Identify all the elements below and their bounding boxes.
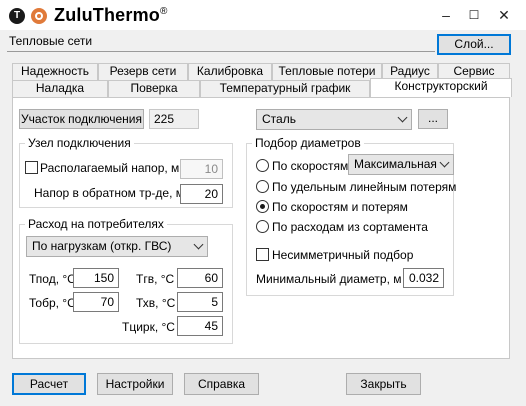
tab-calibration[interactable]: Калибровка [188, 63, 272, 80]
connection-section-button[interactable]: Участок подключения [19, 109, 144, 129]
radio-by-speed-and-losses[interactable] [256, 200, 269, 213]
available-head-field[interactable]: 10 [180, 159, 223, 179]
tab-constructor[interactable]: Конструкторский [370, 78, 512, 97]
radio-by-speed-and-losses-label: По скоростям и потерям [272, 200, 408, 214]
available-head-label: Располагаемый напор, м [40, 161, 180, 175]
radio-by-speed-label: По скоростям [272, 159, 349, 173]
tab-verification[interactable]: Поверка [108, 80, 200, 97]
tab-network-reserve[interactable]: Резерв сети [98, 63, 188, 80]
tobr-label: Тобр, °С [29, 296, 76, 310]
available-head-checkbox[interactable] [25, 161, 38, 174]
chevron-down-icon [193, 239, 204, 250]
title-bar: T ZuluThermo® – ☐ ✕ [0, 0, 526, 30]
trademark-symbol: ® [160, 6, 168, 17]
node-group-title: Узел подключения [25, 136, 134, 150]
chevron-down-icon [397, 112, 408, 123]
calculate-button[interactable]: Расчет [12, 373, 86, 395]
radio-by-assortment-flow-label: По расходам из сортамента [272, 220, 428, 234]
radio-by-specific-losses-label: По удельным линейным потерям [272, 180, 457, 194]
speed-mode-select[interactable]: Максимальная [348, 154, 454, 175]
tgv-field[interactable]: 60 [177, 268, 223, 288]
txv-label: Тхв, °С [136, 296, 176, 310]
tab-adjustment[interactable]: Наладка [12, 80, 108, 97]
tcirc-field[interactable]: 45 [177, 316, 223, 336]
chevron-down-icon [439, 157, 450, 168]
tgv-label: Тгв, °С [136, 272, 175, 286]
close-button[interactable]: Закрыть [346, 373, 421, 395]
radio-by-assortment-flow[interactable] [256, 220, 269, 233]
tpod-field[interactable]: 150 [73, 268, 119, 288]
layer-button[interactable]: Слой... [437, 34, 511, 55]
consumer-flow-title: Расход на потребителях [25, 217, 167, 231]
txv-field[interactable]: 5 [177, 292, 223, 312]
asymmetric-label: Несимметричный подбор [272, 248, 414, 262]
tcirc-label: Тцирк, °С [122, 320, 175, 334]
app-logo-t-icon: T [9, 8, 25, 24]
material-selected: Сталь [262, 112, 296, 126]
asymmetric-checkbox[interactable] [256, 248, 269, 261]
min-diameter-field[interactable]: 0.032 [403, 268, 444, 288]
app-title: ZuluThermo® [54, 5, 168, 26]
maximize-button[interactable]: ☐ [464, 6, 484, 24]
tab-temperature-schedule[interactable]: Температурный график [200, 80, 370, 97]
tobr-field[interactable]: 70 [73, 292, 119, 312]
material-select[interactable]: Сталь [256, 109, 412, 130]
minimize-button[interactable]: – [436, 6, 456, 24]
radio-by-speed[interactable] [256, 159, 269, 172]
app-name: ZuluThermo [54, 5, 160, 25]
flow-mode-select[interactable]: По нагрузкам (откр. ГВС) [26, 236, 208, 257]
help-button[interactable]: Справка [184, 373, 259, 395]
layer-name-field[interactable]: Тепловые сети [7, 34, 435, 52]
tpod-label: Тпод, °С [29, 272, 76, 286]
app-logo-flame-icon [31, 8, 47, 24]
material-more-button[interactable]: ... [418, 109, 448, 129]
speed-mode-selected: Максимальная [354, 157, 437, 171]
return-head-label: Напор в обратном тр-де, м [34, 186, 184, 200]
close-window-button[interactable]: ✕ [494, 6, 514, 24]
radio-by-specific-losses[interactable] [256, 180, 269, 193]
diameter-selection-title: Подбор диаметров [252, 136, 364, 150]
min-diameter-label: Минимальный диаметр, м [256, 272, 402, 286]
return-head-field[interactable]: 20 [180, 184, 223, 204]
settings-button[interactable]: Настройки [97, 373, 173, 395]
tab-heat-losses[interactable]: Тепловые потери [272, 63, 382, 80]
connection-section-value: 225 [149, 109, 199, 129]
tab-reliability[interactable]: Надежность [12, 63, 98, 80]
flow-mode-selected: По нагрузкам (откр. ГВС) [32, 239, 172, 253]
